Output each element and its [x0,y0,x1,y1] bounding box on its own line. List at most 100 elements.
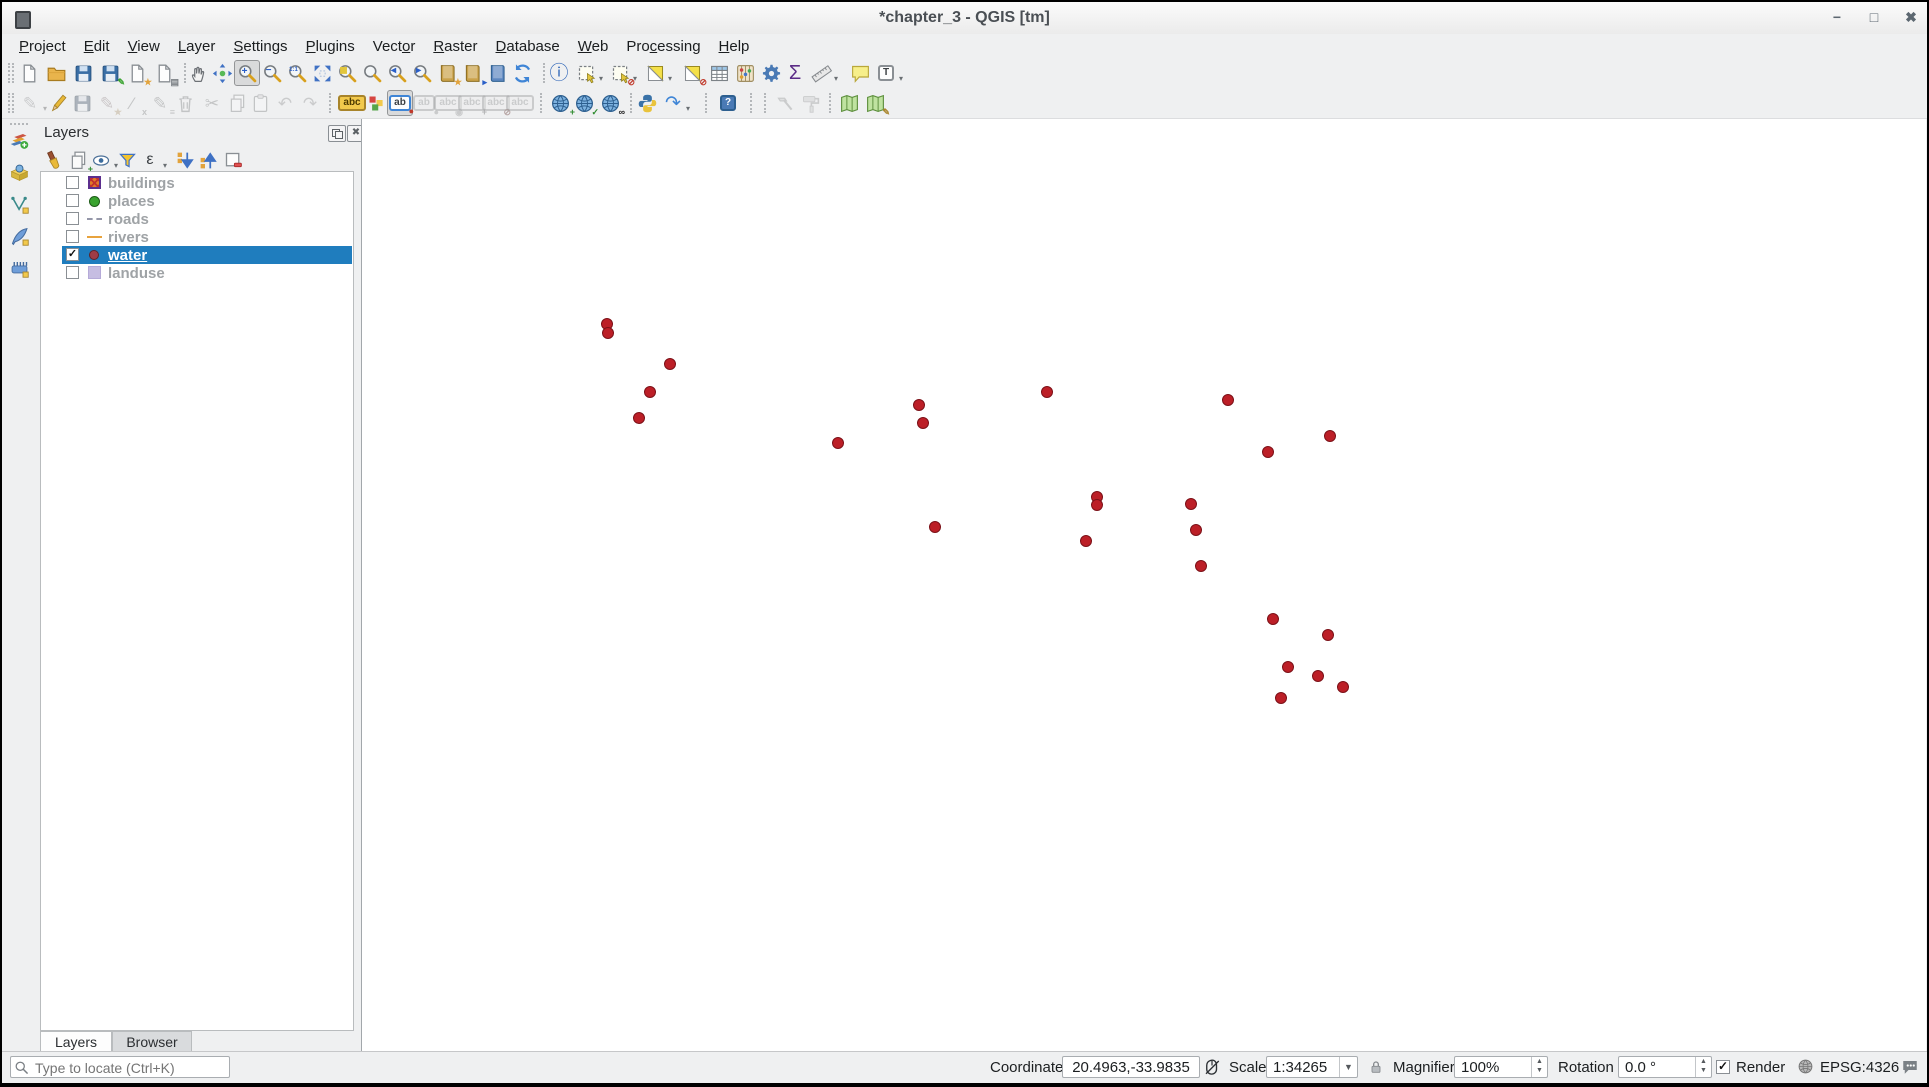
layer-row-buildings[interactable]: buildings [42,174,352,192]
move-label-icon[interactable]: abc+ [459,90,485,116]
menu-plugins[interactable]: Plugins [297,36,364,57]
collapse-all-icon[interactable] [195,147,221,173]
layer-checkbox-places[interactable] [66,194,79,207]
close-button[interactable]: ✖ [1899,9,1923,26]
zoom-native-icon[interactable]: 1:1 [284,60,310,86]
text-annotation-icon[interactable]: T▾ [873,60,899,86]
processing-history-icon[interactable]: ↷▾ [660,90,686,116]
layer-checkbox-water[interactable]: ✓ [66,248,79,261]
minimize-button[interactable]: − [1825,9,1849,25]
menu-database[interactable]: Database [487,36,569,57]
layout-manager-icon[interactable]: ▤ [151,60,177,86]
menu-settings[interactable]: Settings [224,36,296,57]
map-tips-icon[interactable] [847,60,873,86]
select-features-icon[interactable]: ▾ [573,60,599,86]
layer-checkbox-buildings[interactable] [66,176,79,189]
new-print-layout-icon[interactable]: ★ [124,60,150,86]
menu-vector[interactable]: Vector [364,36,425,57]
metasearch-add-icon[interactable]: ✓ [571,90,597,116]
title-bar[interactable]: *chapter_3 - QGIS [tm] − □ ✖ [2,2,1927,35]
processing-toolbox-icon[interactable] [758,60,784,86]
metasearch-icon[interactable]: ∞ [597,90,623,116]
undo-icon[interactable]: ↶ [272,90,298,116]
zoom-to-selection-icon[interactable]: ◼ [334,60,360,86]
magnifier-spinbox[interactable]: 100% ▲▼ [1454,1056,1548,1078]
layer-row-water[interactable]: ✓water [42,246,352,264]
refresh-map-icon[interactable] [509,60,535,86]
field-calculator-icon[interactable] [732,60,758,86]
cut-features-icon[interactable]: ✂ [199,90,225,116]
mouse-position-icon[interactable] [1203,1058,1221,1076]
select-by-expression-icon[interactable]: ▾ [642,60,668,86]
remove-layer-icon[interactable] [220,147,246,173]
python-console-icon[interactable] [634,90,660,116]
pan-to-selection-icon[interactable] [209,60,235,86]
new-bookmark-icon[interactable]: ★ [434,60,460,86]
layer-row-rivers[interactable]: rivers [42,228,352,246]
lock-scale-icon[interactable] [1368,1059,1384,1075]
zoom-out-icon[interactable]: − [259,60,285,86]
menu-web[interactable]: Web [569,36,618,57]
osm-place-search-icon[interactable]: ✎ [862,90,888,116]
topology-checker-icon[interactable] [772,90,798,116]
add-spatialite-layer-icon[interactable] [6,159,32,185]
zoom-last-icon[interactable]: ◂ [384,60,410,86]
new-project-icon[interactable] [16,60,42,86]
metasearch-csw-icon[interactable]: + [547,90,573,116]
zoom-next-icon[interactable]: ▸ [409,60,435,86]
pin-labels-icon[interactable]: ab● [387,90,413,116]
identify-features-icon[interactable]: ⓘ [546,60,572,86]
select-by-form-icon[interactable]: ⊘ [679,60,705,86]
delete-selected-icon[interactable] [172,90,198,116]
zoom-full-icon[interactable] [309,60,335,86]
toolbar-grip[interactable] [10,123,28,125]
open-project-icon[interactable] [43,60,69,86]
float-panel-button[interactable] [328,125,346,142]
menu-raster[interactable]: Raster [424,36,486,57]
layer-row-places[interactable]: places [42,192,352,210]
layer-checkbox-rivers[interactable] [66,230,79,243]
new-virtual-layer-icon[interactable] [6,255,32,281]
menu-project[interactable]: Project [10,36,75,57]
open-attribute-table-icon[interactable] [706,60,732,86]
rotation-spinbox[interactable]: 0.0 ° ▲▼ [1618,1056,1712,1078]
coordinate-value[interactable]: 20.4963,-33.9835 [1062,1056,1200,1078]
panel-tab-browser[interactable]: Browser [112,1031,192,1053]
messages-icon[interactable] [1901,1058,1919,1076]
menu-edit[interactable]: Edit [75,36,119,57]
scale-combo[interactable]: 1:34265 ▼ [1266,1056,1358,1078]
layer-diagram-icon[interactable] [363,90,389,116]
save-project-as-icon[interactable]: ✎ [97,60,123,86]
help-contents-icon[interactable]: ? [715,90,741,116]
filter-by-expression-icon[interactable]: ε▾ [137,147,163,173]
layer-checkbox-roads[interactable] [66,212,79,225]
save-project-icon[interactable] [70,60,96,86]
menu-processing[interactable]: Processing [617,36,709,57]
new-geopackage-layer-icon[interactable] [6,223,32,249]
redo-icon[interactable]: ↷ [297,90,323,116]
digitize-icon[interactable]: ✎★ [94,90,120,116]
pan-map-icon[interactable] [185,60,211,86]
geometry-checker-icon[interactable] [797,90,823,116]
data-source-manager-icon[interactable] [6,127,32,153]
render-checkbox[interactable]: ✓ [1716,1060,1730,1074]
change-label-icon[interactable]: abc⊘ [483,90,509,116]
deselect-features-icon[interactable]: ⊘▾ [607,60,633,86]
rotate-label-icon[interactable]: abc [507,90,533,116]
panel-tab-layers[interactable]: Layers [40,1031,112,1053]
menu-view[interactable]: View [119,36,169,57]
statistics-icon[interactable]: Σ [782,60,808,86]
crs-value[interactable]: EPSG:4326 [1820,1059,1899,1076]
current-edits-icon[interactable]: ✎▾ [17,90,43,116]
zoom-in-icon[interactable]: + [234,60,260,86]
manage-map-themes-icon[interactable]: ▾ [88,147,114,173]
save-layer-edits-icon[interactable] [69,90,95,116]
layer-checkbox-landuse[interactable] [66,266,79,279]
spinner-arrows-icon[interactable]: ▲▼ [1695,1057,1711,1077]
menu-layer[interactable]: Layer [169,36,225,57]
show-hidden-labels-icon[interactable]: abc◉ [435,90,461,116]
menu-help[interactable]: Help [710,36,759,57]
maximize-button[interactable]: □ [1862,9,1886,25]
locator-input[interactable] [33,1058,227,1078]
layer-row-roads[interactable]: roads [42,210,352,228]
